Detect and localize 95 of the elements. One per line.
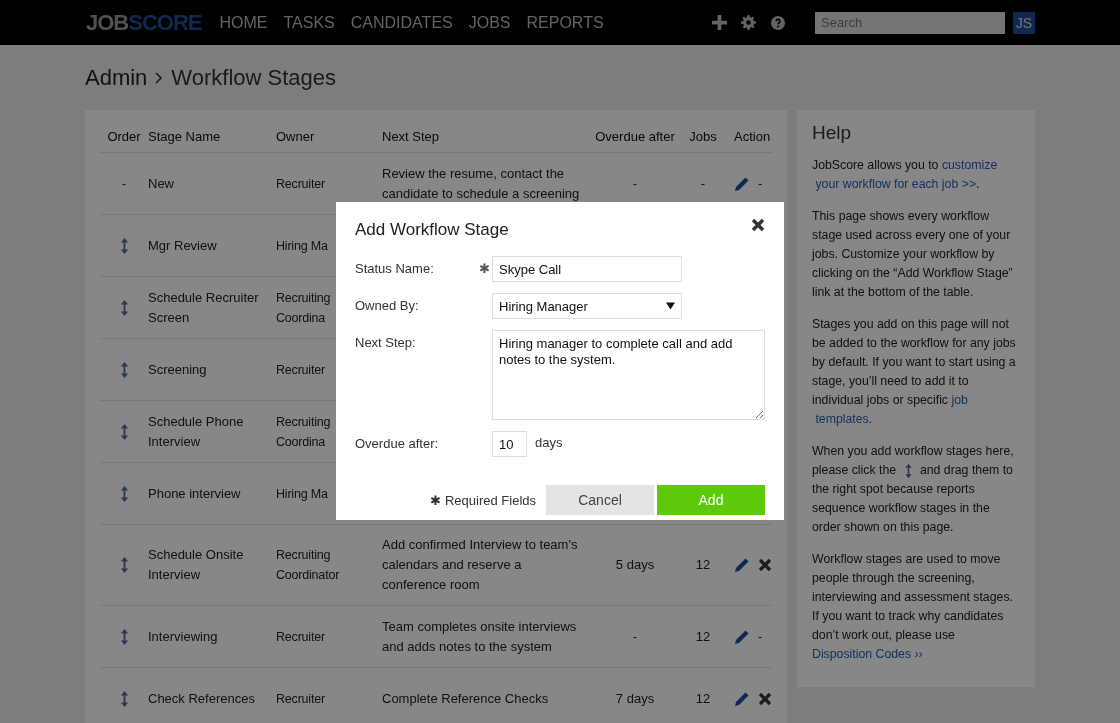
owner-name: Recruiter <box>276 362 325 377</box>
stage-name: Check References <box>148 690 255 706</box>
breadcrumb-link[interactable]: Admin <box>85 65 148 91</box>
delete-icon[interactable] <box>758 691 772 706</box>
order-text: - <box>121 174 127 193</box>
overdue-text: - <box>632 628 638 644</box>
help-link[interactable]: job <box>951 391 968 410</box>
drag-handle-icon[interactable] <box>119 556 129 574</box>
drag-handle-icon[interactable] <box>119 422 129 441</box>
edit-pencil-icon[interactable] <box>734 628 750 645</box>
nav-link[interactable]: REPORTS <box>526 13 604 32</box>
next-step-text: Review the resume, contact the candidate to schedule a screening <box>382 165 580 201</box>
nav-link[interactable]: TASKS <box>283 13 335 32</box>
column-header: Owner <box>276 128 316 144</box>
overdue-text: 7 days <box>615 690 655 706</box>
stage-name: New <box>148 175 174 191</box>
help-link[interactable]: customize <box>941 156 998 175</box>
add-button[interactable]: Add <box>657 485 765 515</box>
drag-handle-icon[interactable] <box>119 360 129 379</box>
stage-name: Phone interview <box>148 485 241 501</box>
nav-link[interactable]: JOBS <box>468 13 511 32</box>
column-header: Action <box>733 128 772 144</box>
owner-name: Hiring Ma <box>276 486 328 501</box>
help-paragraph: Stages you add on this page will not be added to the workflow for any jobs by default. If you want to start using a stage, you’ll need to add it to individual jobs or specific job templates. <box>812 315 1020 429</box>
no-delete-text: - <box>758 174 763 193</box>
cancel-button[interactable]: Cancel <box>546 485 654 515</box>
jobs-count: 12 <box>695 628 711 644</box>
jobs-count: - <box>700 175 706 191</box>
help-link[interactable]: your workflow for each job >> <box>815 175 977 194</box>
owner-name: Recruiter <box>276 176 325 191</box>
help-link[interactable]: templates <box>815 410 869 429</box>
column-header: Order <box>106 128 142 144</box>
dropdown-caret-icon <box>666 302 675 310</box>
stage-name: Schedule Phone Interview <box>148 413 244 449</box>
next-step-text: Complete Reference Checks <box>382 690 549 706</box>
owner-name: Recruiter <box>276 691 325 706</box>
overdue-days-field[interactable]: 10 <box>492 431 527 457</box>
next-step-text: Add confirmed Interview to team's calendars and reserve a conference room <box>382 537 578 592</box>
help-paragraph: Workflow stages are used to move people through the screening, interviewing and assessment stages. If you want to track why candidates don’t work out, please use Disposition Codes ›› <box>812 550 1020 664</box>
help-link[interactable]: Disposition Codes ›› <box>812 645 923 664</box>
page-title: Workflow Stages <box>171 65 336 91</box>
help-icon[interactable] <box>771 15 785 30</box>
column-header: Next Step <box>382 128 441 144</box>
overdue-text: 5 days <box>615 557 655 572</box>
dialog-title: Add Workflow Stage <box>355 220 509 240</box>
help-title: Help <box>812 122 853 144</box>
column-header: Jobs <box>688 128 718 144</box>
edit-pencil-icon[interactable] <box>734 690 750 707</box>
owner-name: Recruiting Coordina <box>276 414 331 449</box>
owner-name: Hiring Ma <box>276 238 328 253</box>
jobs-count: 12 <box>695 557 711 572</box>
drag-handle-icon[interactable] <box>119 236 129 255</box>
delete-icon[interactable] <box>758 558 772 572</box>
drag-handle-icon[interactable] <box>119 627 129 646</box>
stage-name: Schedule Onsite Interview <box>148 547 244 582</box>
next-step-text: Team completes onsite interviews and adds notes to the system <box>382 618 577 654</box>
required-mark: ✱ <box>479 261 490 276</box>
status-name-field[interactable]: Skype Call <box>492 256 682 282</box>
column-header: Stage Name <box>148 128 222 144</box>
required-fields-note: ✱ Required Fields <box>430 492 536 508</box>
drag-handle-icon[interactable] <box>119 689 129 708</box>
user-avatar[interactable]: JS <box>1013 11 1035 34</box>
help-paragraph: This page shows every workflow stage used across every one of your jobs. Customize your workflow by clicking on the “Add Workflow Stage” link at the bottom of the table. <box>812 208 1014 301</box>
owner-name: Recruiter <box>276 629 325 644</box>
no-delete-text: - <box>758 627 763 646</box>
help-paragraph: JobScore allows you to customize your workflow for each job >>. <box>812 156 1020 194</box>
overdue-text: - <box>632 175 638 191</box>
jobs-count: 12 <box>695 690 711 706</box>
days-label: days <box>535 434 563 452</box>
column-header: Overdue after <box>594 128 676 144</box>
next-step-field[interactable]: Hiring manager to complete call and add notes to the system. <box>492 330 765 420</box>
drag-handle-icon <box>903 462 913 479</box>
logo[interactable]: JOBSCORE <box>86 9 202 36</box>
nav-link[interactable]: CANDIDATES <box>350 13 453 32</box>
stage-name: Mgr Review <box>148 237 217 253</box>
plus-icon[interactable] <box>712 15 727 30</box>
chevron-icon <box>155 72 164 84</box>
nav-link[interactable]: HOME <box>219 13 268 32</box>
owner-name: Recruiting Coordinator <box>276 548 340 582</box>
field-label: Status Name: <box>355 260 435 278</box>
close-icon[interactable] <box>751 218 765 232</box>
field-label: Owned By: <box>355 297 420 315</box>
edit-pencil-icon[interactable] <box>734 557 750 573</box>
settings-icon[interactable] <box>741 15 756 30</box>
edit-pencil-icon[interactable] <box>734 175 750 192</box>
stage-name: Schedule Recruiter Screen <box>148 289 259 325</box>
drag-handle-icon[interactable] <box>119 298 129 317</box>
drag-handle-icon[interactable] <box>119 484 129 503</box>
owner-name: Recruiting Coordina <box>276 290 331 325</box>
stage-name: Interviewing <box>148 628 218 644</box>
owner-select[interactable]: Hiring Manager <box>492 293 682 319</box>
stage-name: Screening <box>148 361 207 377</box>
help-paragraph: When you add workflow stages here, please click the and drag them to the right spot because reports sequence workflow stages in the order shown on this page. <box>812 443 1015 536</box>
field-label: Next Step: <box>355 334 417 352</box>
field-label: Overdue after: <box>355 435 440 453</box>
